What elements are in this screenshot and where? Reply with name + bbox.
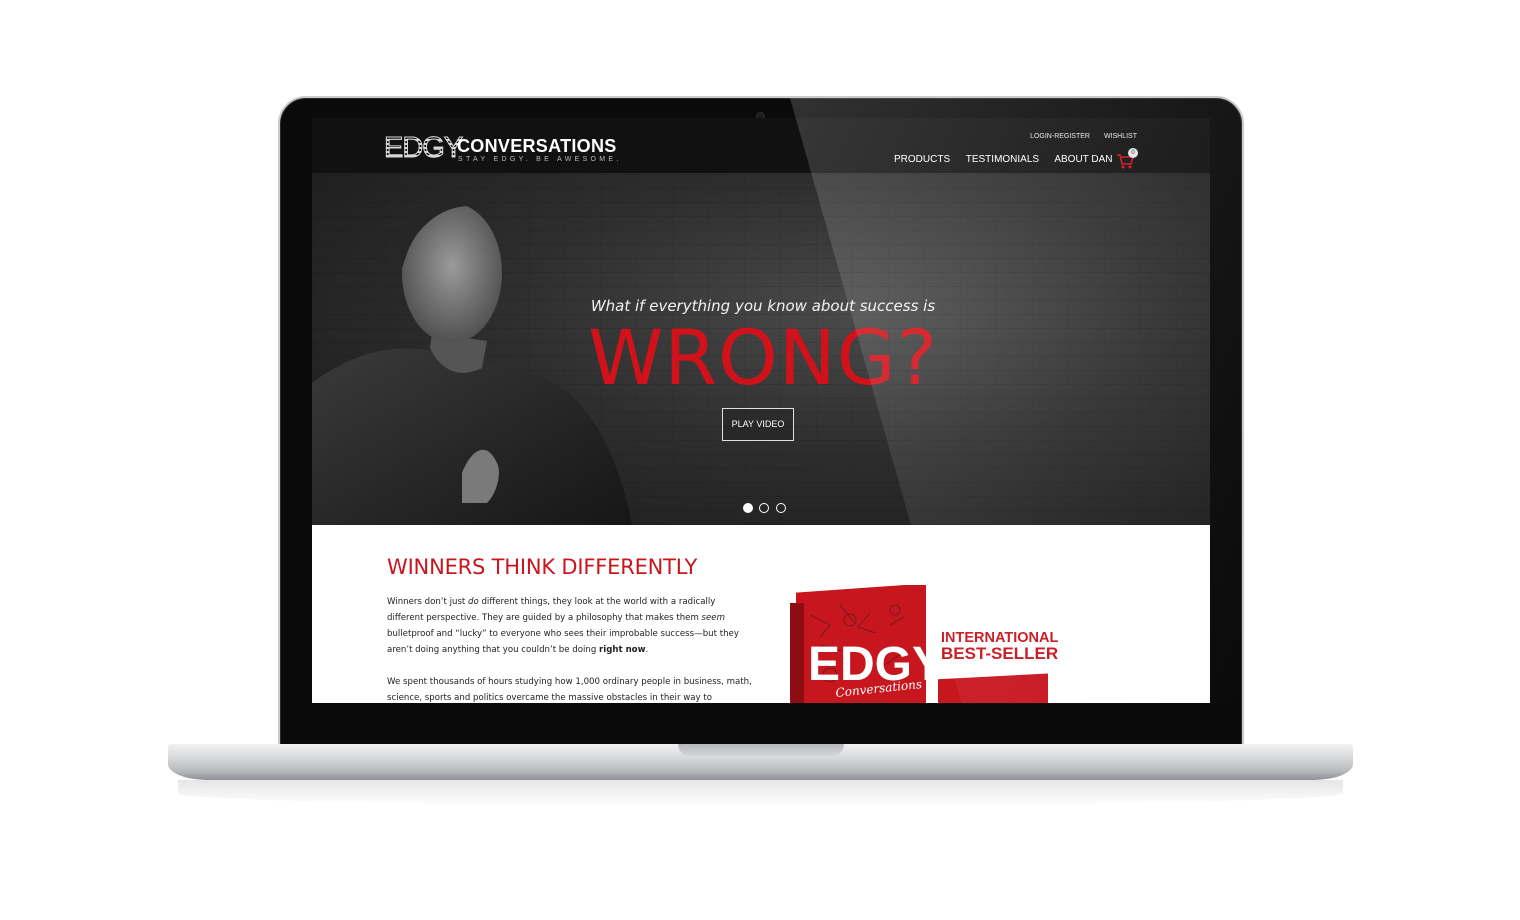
laptop-notch [678,744,844,756]
slide-dot-1[interactable] [743,503,753,513]
slide-dot-2[interactable] [759,503,770,513]
logo-tagline: STAY EDGY. BE AWESOME. [458,156,622,163]
cart-count-badge: 0 [1128,148,1138,158]
nav-about-dan[interactable]: ABOUT DAN [1054,154,1112,165]
screen: EDGY CONVERSATIONS STAY EDGY. BE AWESOME… [312,118,1210,703]
play-video-button[interactable]: PLAY VIDEO [722,408,794,441]
p1-text-c: bulletproof and “lucky” to everyone who … [387,629,739,655]
second-paragraph: We spent thousands of hours studying how… [387,677,752,703]
cart-button[interactable]: 0 [1116,148,1138,169]
main-nav: PRODUCTS TESTIMONIALS ABOUT DAN [894,154,1126,165]
site-header: EDGY CONVERSATIONS STAY EDGY. BE AWESOME… [312,118,1210,173]
content-section: WINNERS THINK DIFFERENTLY Winners don’t … [312,525,1210,703]
p1-emphasis-seem: seem [701,613,725,623]
section-heading: WINNERS THINK DIFFERENTLY [387,555,698,579]
laptop-shadow [178,780,1343,806]
site-logo[interactable]: EDGY CONVERSATIONS STAY EDGY. BE AWESOME… [383,132,618,164]
p1-emphasis-do: do [468,597,479,607]
hero-headline: WRONG? [588,313,938,402]
intro-paragraph: Winners don’t just do different things, … [387,594,752,658]
utility-nav: LOGIN-REGISTER WISHLIST [1018,133,1137,140]
p1-text-a: Winners don’t just [387,597,469,607]
hero-banner: What if everything you know about succes… [312,173,1210,525]
slider-dots [743,503,788,521]
login-register-link[interactable]: LOGIN-REGISTER [1030,133,1090,140]
nav-products[interactable]: PRODUCTS [894,154,950,165]
logo-title: CONVERSATIONS [457,136,617,156]
p1-text-d: . [645,645,649,655]
logo-word: EDGY [383,132,463,164]
nav-testimonials[interactable]: TESTIMONIALS [966,154,1039,165]
p1-bold-right-now: right now [599,645,646,655]
slide-dot-3[interactable] [775,503,786,513]
badge-line-2: BEST-SELLER [941,644,1059,663]
wishlist-link[interactable]: WISHLIST [1104,133,1137,140]
